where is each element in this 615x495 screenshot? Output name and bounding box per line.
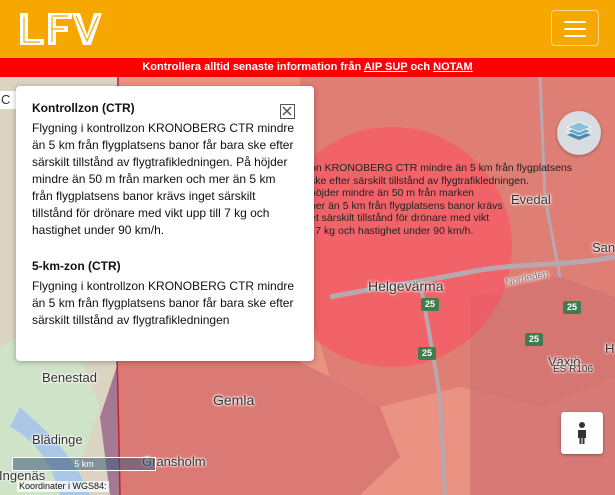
scale-bar: 5 km: [12, 457, 156, 471]
close-icon: [282, 106, 292, 116]
five-km-description: Flygning i kontrollzon KRONOBERG CTR min…: [32, 279, 295, 327]
notice-conjunction: och: [407, 61, 434, 73]
zone-info-popup: Kontrollzon (CTR) Flygning i kontrollzon…: [16, 86, 314, 361]
place-h-edge: H: [605, 341, 615, 356]
layers-button[interactable]: [557, 111, 601, 155]
lfv-logo[interactable]: [18, 9, 102, 49]
place-evedal: Evedal: [511, 192, 551, 207]
map-edge-label: C: [0, 91, 16, 109]
road-shield: 25: [418, 347, 436, 360]
hamburger-menu-icon: [564, 21, 586, 23]
close-button[interactable]: [280, 104, 295, 119]
five-km-title: 5-km-zon (CTR): [32, 259, 121, 273]
coordinate-label: Koordinater i WGS84:: [17, 481, 109, 492]
road-shield: 25: [421, 298, 439, 311]
place-bladinge: Blädinge: [32, 432, 83, 447]
ctr-description: Flygning i kontrollzon KRONOBERG CTR min…: [32, 121, 295, 237]
notam-link[interactable]: NOTAM: [433, 61, 473, 73]
notice-text: Kontrollera alltid senaste information f…: [142, 61, 364, 73]
header-bar: [0, 0, 615, 58]
place-gemla: Gemla: [213, 392, 255, 408]
es-code-label: ES R106: [553, 364, 594, 375]
ctr-title: Kontrollzon (CTR): [32, 101, 135, 115]
place-helgevarma: Helgevärma: [368, 278, 444, 294]
place-sand: San: [592, 240, 615, 255]
aip-sup-link[interactable]: AIP SUP: [364, 61, 408, 73]
notice-banner: Kontrollera alltid senaste information f…: [0, 58, 615, 77]
road-shield: 25: [563, 301, 581, 314]
place-benestad: Benestad: [42, 370, 97, 385]
layers-icon: [565, 121, 593, 140]
menu-button[interactable]: [551, 10, 599, 46]
road-shield: 25: [525, 333, 543, 346]
pegman-button[interactable]: [561, 412, 603, 454]
person-icon: [578, 422, 586, 444]
